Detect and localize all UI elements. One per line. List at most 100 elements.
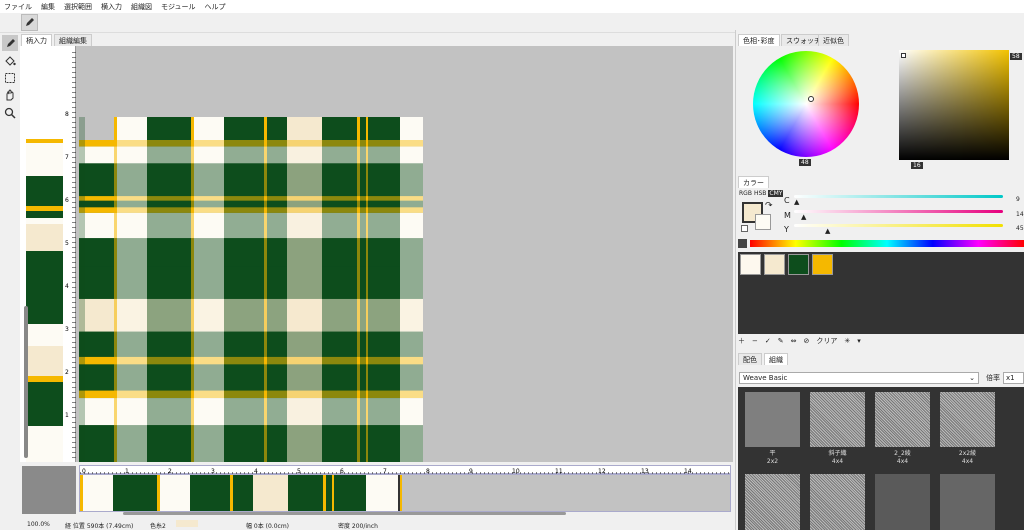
menu-item[interactable]: 横入力: [101, 2, 122, 12]
weave-label: 斜子織 4x4: [828, 450, 847, 465]
zoom-tool[interactable]: [2, 105, 18, 121]
slider-y-label: Y: [784, 225, 789, 234]
hand-icon: [6, 89, 14, 101]
slider-m-thumb[interactable]: ▲: [801, 213, 806, 221]
density-readout: 密度 200/inch: [338, 523, 378, 530]
weave-label: 2x2綾 4x4: [958, 450, 977, 465]
paint-bucket-icon: [5, 56, 16, 66]
tab-pattern-input[interactable]: 柄入力: [21, 34, 52, 46]
weave-tile[interactable]: [940, 474, 995, 530]
add-icon[interactable]: ＋: [738, 336, 745, 346]
settings-icon[interactable]: ✳: [844, 337, 850, 345]
weave-tile[interactable]: [745, 474, 800, 530]
weave-preview-thumbnail: [22, 466, 76, 514]
mode-cmy[interactable]: CMY: [768, 190, 784, 197]
weave-tile-twill-2-2[interactable]: [875, 392, 930, 447]
reset-colors-icon[interactable]: [741, 225, 748, 232]
weave-tile-plain[interactable]: [745, 392, 800, 447]
palette-swatch[interactable]: [812, 254, 833, 275]
vruler-tick-label: 5: [65, 240, 69, 247]
menu-item[interactable]: ヘルプ: [205, 2, 226, 12]
weave-tile[interactable]: [810, 474, 865, 530]
palette-swatch[interactable]: [788, 254, 809, 275]
mode-hsb[interactable]: HSB: [754, 190, 766, 197]
vruler-tick-label: 1: [65, 412, 69, 419]
weave-tile-twill-2x2[interactable]: [940, 392, 995, 447]
palette-swatch[interactable]: [740, 254, 761, 275]
select-tool[interactable]: [2, 70, 18, 86]
wheel-value: 48: [799, 159, 811, 166]
slider-m-label: M: [784, 211, 791, 220]
slider-m[interactable]: [794, 210, 1003, 213]
vruler-tick-label: 3: [65, 326, 69, 333]
tab-similar-colors[interactable]: 近似色: [818, 34, 849, 46]
slider-y-value[interactable]: 45: [1016, 225, 1024, 232]
menu-item[interactable]: 選択範囲: [64, 2, 92, 12]
tab-color[interactable]: カラー: [738, 176, 769, 188]
weave-tile-nanako[interactable]: [810, 392, 865, 447]
magnify-label: 倍率: [986, 374, 1000, 382]
tab-color-scheme[interactable]: 配色: [738, 353, 762, 365]
swap-colors-icon[interactable]: ↷: [765, 201, 773, 211]
tool-column: [0, 33, 20, 530]
slider-c-label: C: [784, 196, 790, 205]
slider-m-value[interactable]: 14: [1016, 211, 1024, 218]
tartan-pattern[interactable]: [79, 117, 423, 462]
menu-bar: ファイル 編集 選択範囲 横入力 組織図 モジュール ヘルプ: [0, 0, 1024, 13]
pencil-tool[interactable]: [2, 35, 18, 51]
chevron-down-icon: ⌄: [969, 374, 975, 382]
pencil-tool-button[interactable]: [21, 14, 38, 31]
slider-c-value[interactable]: 9: [1016, 196, 1020, 203]
warp-strip[interactable]: [79, 474, 731, 512]
check-icon[interactable]: ✓: [765, 337, 771, 345]
clear-button[interactable]: クリア: [816, 336, 837, 346]
palette-toolbar: ＋ − ✓ ✎ ⇔ ⊘ クリア ✳ ▾: [738, 336, 861, 346]
weave-library-select[interactable]: Weave Basic ⌄: [739, 372, 979, 384]
horizontal-scrollbar[interactable]: [123, 512, 566, 515]
menu-item[interactable]: ファイル: [4, 2, 32, 12]
vruler-tick-label: 4: [65, 283, 69, 290]
pencil-icon: [26, 18, 34, 26]
color-mode-buttons: RGB HSB CMY: [739, 190, 784, 197]
slider-c[interactable]: [794, 195, 1003, 198]
magnify-select[interactable]: x1: [1003, 372, 1024, 384]
color-chip: [176, 520, 198, 527]
vertical-ruler: 8 7 6 5 4 3 2 1: [63, 46, 76, 462]
swap-icon[interactable]: ⇔: [791, 337, 797, 345]
wheel-cursor[interactable]: [808, 96, 814, 102]
menu-item[interactable]: モジュール: [161, 2, 196, 12]
hand-tool[interactable]: [2, 87, 18, 103]
spectrum-reset-icon[interactable]: [738, 239, 747, 248]
vruler-tick-label: 2: [65, 369, 69, 376]
menu-item[interactable]: 編集: [41, 2, 55, 12]
saturation-value-picker[interactable]: [899, 50, 1009, 160]
vruler-tick-label: 7: [65, 154, 69, 161]
marquee-icon: [5, 73, 15, 83]
color-wheel[interactable]: [753, 51, 859, 157]
fill-tool[interactable]: [2, 53, 18, 69]
color-readout: 色糸2: [150, 523, 166, 530]
slider-y-thumb[interactable]: ▲: [825, 227, 830, 235]
menu-item[interactable]: 組織図: [131, 2, 152, 12]
sv-bottom-value: 16: [911, 162, 923, 169]
tab-weave[interactable]: 組織: [764, 353, 788, 365]
background-color[interactable]: [755, 214, 771, 230]
tab-weave-edit[interactable]: 組織編集: [54, 34, 92, 46]
eyedropper-icon[interactable]: ✎: [778, 337, 784, 345]
vertical-scrollbar[interactable]: [24, 306, 28, 458]
chevron-down-icon[interactable]: ▾: [857, 337, 861, 345]
zoom-level: 100.0%: [27, 521, 50, 528]
palette-swatch[interactable]: [764, 254, 785, 275]
weave-select-value: Weave Basic: [743, 374, 788, 382]
slider-c-thumb[interactable]: ▲: [794, 198, 799, 206]
color-spectrum-bar[interactable]: [750, 240, 1024, 247]
weave-tile[interactable]: [875, 474, 930, 530]
no-icon[interactable]: ⊘: [804, 337, 810, 345]
sv-cursor[interactable]: [901, 53, 906, 58]
tab-hue-saturation[interactable]: 色相･彩度: [738, 34, 780, 46]
mode-rgb[interactable]: RGB: [739, 190, 752, 197]
remove-icon[interactable]: −: [752, 337, 758, 345]
weave-label: 2_2綾 4x4: [894, 450, 911, 465]
weave-label: 平 2x2: [766, 450, 779, 465]
warp-color-strip: [80, 475, 402, 511]
